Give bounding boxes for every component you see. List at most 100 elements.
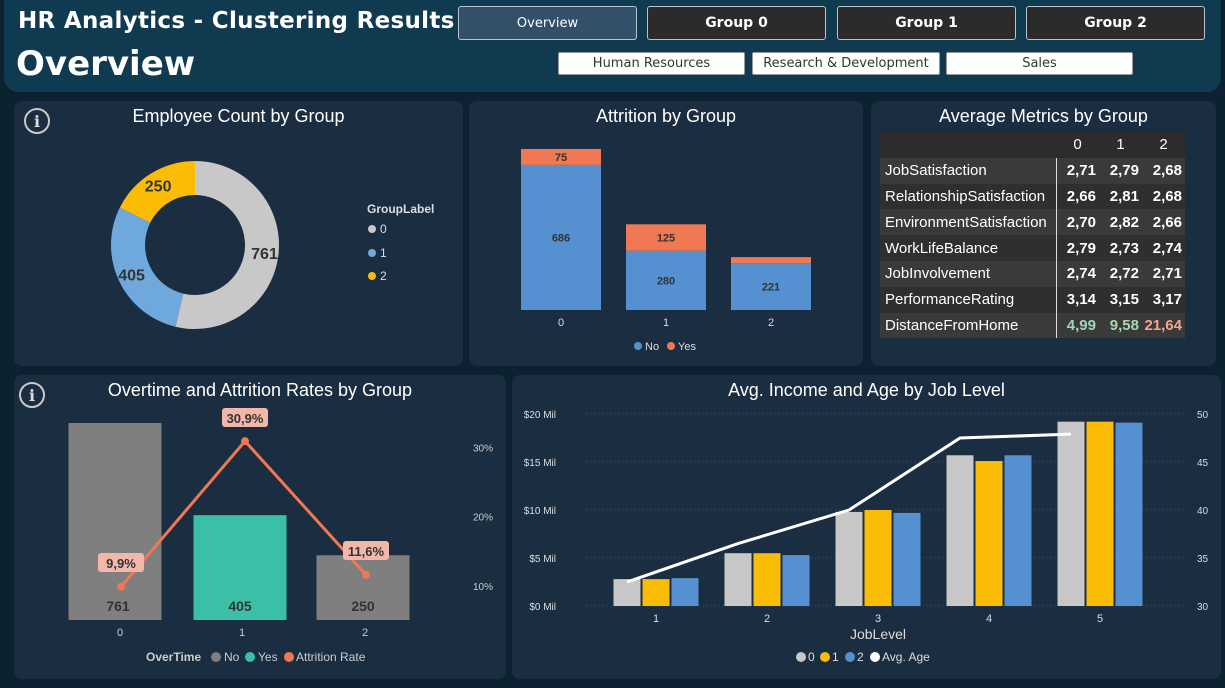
column-header: 0: [1056, 132, 1099, 158]
table-cell: 2,66: [1066, 187, 1096, 205]
x-tick-label: 4: [986, 613, 992, 625]
y2-tick-label: 45: [1197, 458, 1209, 469]
nav-group-1-button[interactable]: Group 1: [837, 6, 1016, 40]
dept-research-development-button[interactable]: Research & Development: [752, 52, 940, 75]
donut-data-label: 250: [145, 178, 172, 195]
table-row: EnvironmentSatisfaction 2,70 2,82 2,66: [880, 209, 1185, 236]
bar-yes-2: [731, 257, 811, 264]
table-cell: 2,68: [1152, 162, 1182, 180]
dept-human-resources-button[interactable]: Human Resources: [558, 52, 745, 75]
bar-label-yes: 125: [657, 233, 675, 245]
income-bar-group-2: [671, 578, 699, 606]
income-age-combo-chart: $20 Mil$15 Mil$10 Mil$5 Mil$0 Mil5045403…: [524, 410, 1209, 664]
legend-label-no: No: [224, 650, 240, 664]
x-axis-title: JobLevel: [850, 626, 906, 642]
overtime-bar-0: [68, 423, 162, 620]
income-bar-group-0: [1057, 421, 1085, 606]
legend-marker-yes: [667, 342, 675, 350]
bar-data-label: 405: [228, 598, 252, 614]
y2-tick-label: 10%: [473, 582, 493, 593]
bar-label-no: 686: [552, 232, 570, 244]
donut-data-label: 405: [118, 268, 145, 285]
donut-legend-title: GroupLabel: [367, 202, 434, 216]
income-bar-group-1: [1086, 421, 1114, 606]
legend-label-0: 0: [380, 222, 387, 236]
y2-tick-label: 20%: [473, 513, 493, 524]
table-cell: 21,64: [1144, 316, 1182, 334]
overtime-panel: i Overtime and Attrition Rates by Group …: [14, 375, 506, 679]
nav-overview-button[interactable]: Overview: [458, 6, 637, 40]
table-row: DistanceFromHome 4,99 9,58 21,64: [880, 312, 1185, 339]
legend-label-1: 1: [832, 650, 839, 664]
average-metrics-table: 0 1 2 JobSatisfaction 2,71 2,79 2,68 Relatio…: [880, 132, 1185, 339]
legend-label-1: 1: [380, 246, 387, 260]
nav-group-2-button[interactable]: Group 2: [1026, 6, 1205, 40]
table-cell: 4,99: [1066, 316, 1096, 334]
legend-marker-0: [368, 225, 376, 233]
table-cell: 2,81: [1109, 187, 1139, 205]
x-tick-label: 2: [362, 627, 368, 639]
table-cell: 2,70: [1066, 213, 1096, 231]
row-label: EnvironmentSatisfaction: [880, 209, 1057, 236]
attrition-bar-chart: 686 75 0 280 125 1 221 2 No Yes: [521, 149, 811, 353]
row-label: RelationshipSatisfaction: [880, 183, 1057, 210]
income-bar-group-0: [835, 511, 863, 606]
table-header-corner: [880, 132, 1056, 158]
nav-group-0-button[interactable]: Group 0: [647, 6, 826, 40]
average-metrics-title: Average Metrics by Group: [939, 106, 1148, 126]
employee-count-donut-chart: 761 405 250 GroupLabel 0 1 2: [110, 161, 434, 329]
legend-label-2: 2: [857, 650, 864, 664]
table-cell: 2,74: [1066, 265, 1096, 283]
x-tick-label: 0: [117, 627, 123, 639]
table-cell: 2,72: [1109, 265, 1139, 283]
y-tick-label: $0 Mil: [529, 602, 556, 613]
bar-label-no: 221: [762, 282, 780, 294]
overtime-legend-title: OverTime: [146, 650, 201, 664]
table-cell: 2,71: [1066, 162, 1096, 180]
legend-marker-1: [820, 652, 830, 662]
y-tick-label: $15 Mil: [524, 458, 556, 469]
income-bar-group-2: [782, 555, 810, 606]
employee-count-panel: i Employee Count by Group 761 405 250 Grou…: [14, 101, 463, 366]
table-cell: 9,58: [1109, 316, 1139, 334]
income-age-panel: Avg. Income and Age by Job Level $20 Mil…: [512, 375, 1221, 679]
table-row: PerformanceRating 3,14 3,15 3,17: [880, 286, 1185, 313]
y2-tick-label: 50: [1197, 410, 1209, 421]
table-row: RelationshipSatisfaction 2,66 2,81 2,68: [880, 183, 1185, 210]
legend-label-avg-age: Avg. Age: [882, 650, 930, 664]
table-row: JobSatisfaction 2,71 2,79 2,68: [880, 157, 1185, 184]
x-tick-label: 0: [558, 317, 564, 329]
x-tick-label: 1: [663, 317, 669, 329]
y-tick-label: $10 Mil: [524, 506, 556, 517]
overtime-combo-chart: 30% 20% 10% 761 0 405 1 250 2 9,9% 30,9% 11,6% Over…: [68, 408, 493, 664]
row-label: JobSatisfaction: [880, 157, 1057, 184]
donut-data-label: 761: [251, 246, 278, 263]
income-bar-group-2: [893, 512, 921, 606]
rate-data-label: 9,9%: [106, 556, 136, 571]
app-title: HR Analytics - Clustering Results: [18, 8, 455, 34]
legend-marker-1: [368, 249, 376, 257]
y2-tick-label: 30%: [473, 443, 493, 454]
y-tick-label: $5 Mil: [529, 554, 556, 565]
table-row: JobInvolvement 2,74 2,72 2,71: [880, 260, 1185, 287]
table-cell: 3,17: [1152, 291, 1182, 309]
y2-tick-label: 35: [1197, 554, 1209, 565]
legend-marker-2: [845, 652, 855, 662]
table-cell: 3,15: [1109, 291, 1139, 309]
legend-label-no: No: [645, 341, 659, 353]
column-header: 1: [1099, 132, 1142, 158]
attrition-rate-point: [362, 570, 370, 579]
table-cell: 2,79: [1109, 162, 1139, 180]
dept-sales-button[interactable]: Sales: [946, 52, 1133, 75]
legend-marker-no: [211, 652, 221, 662]
rate-data-label: 11,6%: [348, 544, 385, 559]
average-metrics-panel: Average Metrics by Group 0 1 2 JobSatisf…: [871, 101, 1216, 366]
y2-tick-label: 30: [1197, 602, 1209, 613]
legend-label-yes: Yes: [678, 341, 696, 353]
x-tick-label: 1: [653, 613, 659, 625]
table-cell: 2,79: [1066, 239, 1096, 257]
x-tick-label: 2: [764, 613, 770, 625]
attrition-rate-point: [241, 437, 249, 446]
rate-data-label: 30,9%: [227, 411, 264, 426]
bar-label-yes: 75: [555, 152, 567, 164]
